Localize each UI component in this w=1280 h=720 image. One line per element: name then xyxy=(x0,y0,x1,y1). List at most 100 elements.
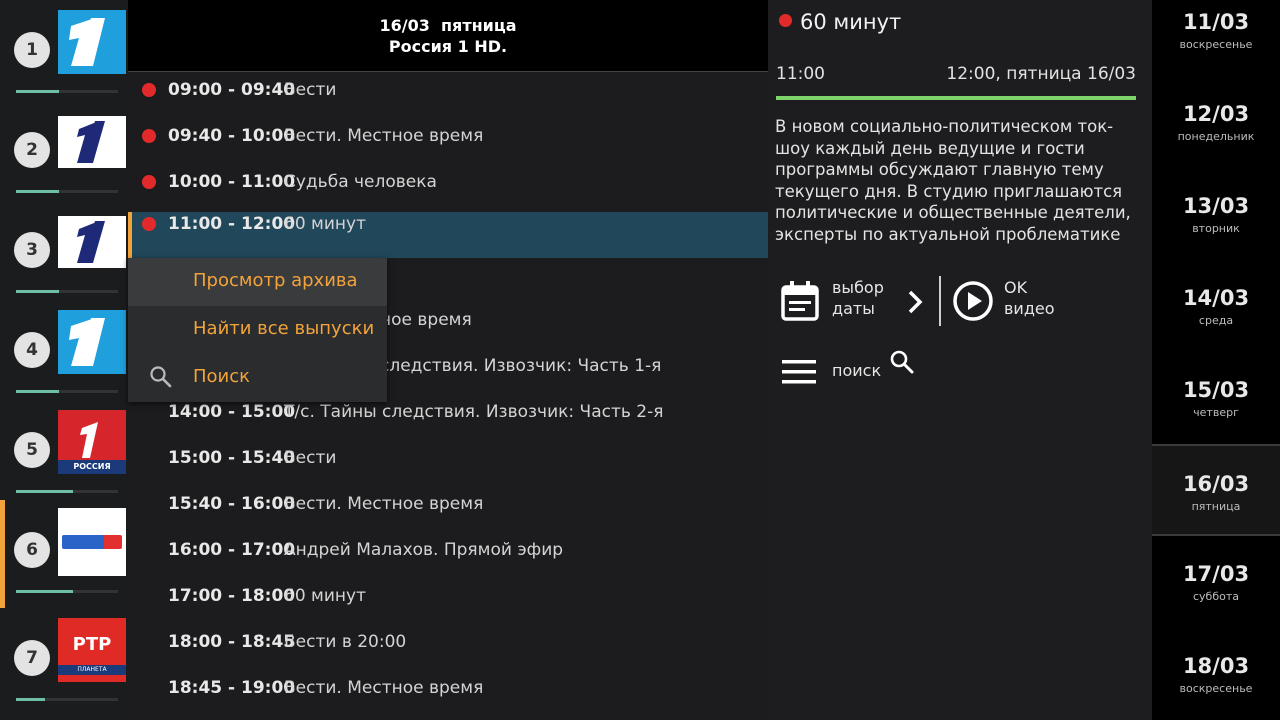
channel-progress xyxy=(16,490,118,493)
russia-1-logo xyxy=(58,508,126,576)
record-icon xyxy=(142,129,156,143)
date-item[interactable]: 18/03 воскресенье xyxy=(1152,644,1280,720)
program-row[interactable]: 15:40 - 16:00 Вести. Местное время xyxy=(128,490,768,536)
channel-item-1[interactable]: 1 xyxy=(0,0,128,100)
channel-number: 7 xyxy=(14,640,50,676)
date-weekday: вторник xyxy=(1192,222,1240,235)
date-list: 11/03 воскресенье 12/03 понедельник 13/0… xyxy=(1152,0,1280,720)
date-item[interactable]: 11/03 воскресенье xyxy=(1152,0,1280,92)
menu-item-view-archive[interactable]: Просмотр архива xyxy=(128,258,387,306)
perviy-kanal-logo xyxy=(58,310,126,374)
program-time: 09:40 - 10:00 xyxy=(168,126,296,146)
menu-item-label: Поиск xyxy=(193,366,251,387)
logo-text: РТР xyxy=(72,634,112,655)
program-title: следствия. Извозчик: Часть 1-я xyxy=(380,356,662,376)
guide-header: 16/03 пятница Россия 1 HD. xyxy=(128,0,768,72)
date-item[interactable]: 17/03 суббота xyxy=(1152,552,1280,644)
program-time: 15:00 - 15:40 xyxy=(168,448,296,468)
program-title: Вести. Местное время xyxy=(284,494,484,514)
channel-number: 6 xyxy=(14,532,50,568)
channel-progress xyxy=(16,290,118,293)
ok-video-button[interactable]: OK видео xyxy=(950,276,1100,326)
date-number: 18/03 xyxy=(1182,654,1250,678)
program-row[interactable]: 09:00 - 09:40 Вести xyxy=(128,76,768,122)
record-icon xyxy=(142,175,156,189)
program-row-selected[interactable]: 11:00 - 12:00 60 минут xyxy=(128,212,768,258)
channel-item-7[interactable]: 7 РТР ПЛАНЕТА xyxy=(0,600,128,701)
menu-item-search[interactable]: Поиск xyxy=(128,354,387,402)
channel-number: 3 xyxy=(14,232,50,268)
date-number: 12/03 xyxy=(1182,102,1250,126)
program-row[interactable]: 14:00 - 15:00 Т/с. Тайны следствия. Изво… xyxy=(128,398,768,444)
program-title: Вести xyxy=(284,80,337,100)
guide-date: 16/03 пятница xyxy=(379,16,517,35)
tv-guide-screen: 1 2 3 4 5 РОССИЯ 6 7 РТР ПЛАНЕТА 16/03 п… xyxy=(0,0,1280,720)
channel-progress xyxy=(16,190,118,193)
program-title: Вести в 20:00 xyxy=(284,632,407,652)
program-title: Вести. Местное время xyxy=(284,126,484,146)
program-row[interactable]: 16:00 - 17:00 Андрей Малахов. Прямой эфи… xyxy=(128,536,768,582)
program-time: 18:45 - 19:00 xyxy=(168,678,296,698)
logo-caption: РОССИЯ xyxy=(58,460,126,474)
channel-progress xyxy=(16,698,118,701)
date-item[interactable]: 14/03 среда xyxy=(1152,276,1280,368)
channel-item-4[interactable]: 4 xyxy=(0,300,128,400)
date-weekday: воскресенье xyxy=(1179,682,1253,695)
perviy-kanal-logo xyxy=(58,116,126,168)
program-row[interactable]: 10:00 - 11:00 Судьба человека xyxy=(128,168,768,214)
date-number: 11/03 xyxy=(1182,10,1250,34)
program-time: 14:00 - 15:00 xyxy=(168,402,296,422)
perviy-kanal-logo xyxy=(58,10,126,74)
program-row[interactable]: 17:00 - 18:00 60 минут xyxy=(128,582,768,628)
date-number: 16/03 xyxy=(1182,472,1250,496)
menu-item-label: Найти все выпуски xyxy=(193,318,375,339)
record-icon xyxy=(779,14,792,27)
date-picker-label: даты xyxy=(832,299,875,318)
date-picker-label: выбор xyxy=(832,278,884,297)
chevron-right-icon xyxy=(908,290,923,314)
progress-fill xyxy=(776,96,1136,100)
date-weekday: воскресенье xyxy=(1179,38,1253,51)
channel-number: 2 xyxy=(14,132,50,168)
date-item[interactable]: 13/03 вторник xyxy=(1152,184,1280,276)
date-item[interactable]: 12/03 понедельник xyxy=(1152,92,1280,184)
channel-number: 4 xyxy=(14,332,50,368)
channel-item-6[interactable]: 6 xyxy=(0,500,128,608)
program-row[interactable]: 18:45 - 19:00 Вести. Местное время xyxy=(128,674,768,720)
program-row[interactable]: 15:00 - 15:40 Вести xyxy=(128,444,768,490)
channel-number: 5 xyxy=(14,432,50,468)
menu-icon xyxy=(782,360,816,384)
program-row[interactable]: 18:00 - 18:45 Вести в 20:00 xyxy=(128,628,768,674)
program-time: 16:00 - 17:00 xyxy=(168,540,296,560)
play-circle-icon xyxy=(953,281,993,321)
channel-progress xyxy=(16,590,118,593)
search-label: поиск xyxy=(832,361,882,380)
channel-list: 1 2 3 4 5 РОССИЯ 6 7 РТР ПЛАНЕТА xyxy=(0,0,128,720)
guide-channel-name: Россия 1 HD. xyxy=(388,37,508,56)
program-title: Вести xyxy=(284,448,337,468)
search-icon xyxy=(890,350,914,374)
search-button[interactable]: поиск xyxy=(780,346,930,390)
channel-item-3[interactable]: 3 xyxy=(0,200,128,300)
program-row[interactable]: 09:40 - 10:00 Вести. Местное время xyxy=(128,122,768,168)
program-title: Андрей Малахов. Прямой эфир xyxy=(284,540,564,560)
divider xyxy=(939,276,941,326)
date-weekday: понедельник xyxy=(1177,130,1255,143)
channel-item-5[interactable]: 5 РОССИЯ xyxy=(0,400,128,500)
program-title: 60 минут xyxy=(284,214,366,234)
date-item-selected[interactable]: 16/03 пятница xyxy=(1152,444,1280,536)
channel-item-2[interactable]: 2 xyxy=(0,100,128,200)
program-title: Вести. Местное время xyxy=(284,678,484,698)
date-weekday: четверг xyxy=(1193,406,1239,419)
program-title: Т/с. Тайны следствия. Извозчик: Часть 2-… xyxy=(284,402,664,422)
program-time: 15:40 - 16:00 xyxy=(168,494,296,514)
record-icon xyxy=(142,217,156,231)
program-title: ное время xyxy=(380,310,472,330)
ok-label: OK xyxy=(1004,278,1028,297)
video-label: видео xyxy=(1004,299,1055,318)
perviy-kanal-russia-logo: РОССИЯ xyxy=(58,410,126,474)
program-title: Судьба человека xyxy=(284,172,437,192)
menu-item-label: Просмотр архива xyxy=(193,270,358,291)
menu-item-find-all-episodes[interactable]: Найти все выпуски xyxy=(128,306,387,354)
date-number: 13/03 xyxy=(1182,194,1250,218)
